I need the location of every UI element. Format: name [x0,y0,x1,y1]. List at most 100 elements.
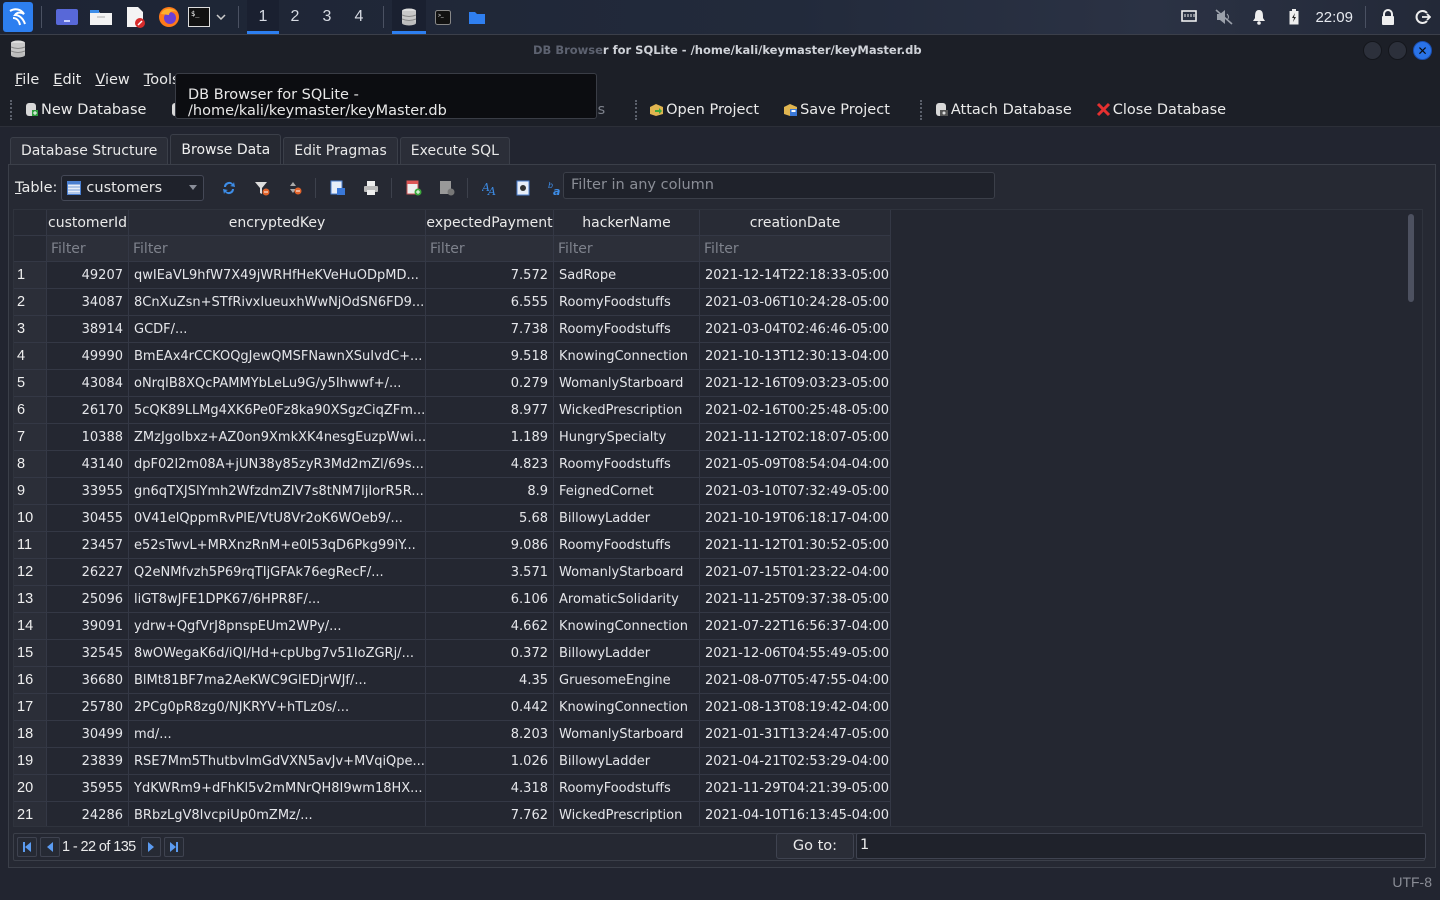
cell-expected-payment[interactable]: 7.738 [426,316,554,343]
open-project-button[interactable]: Open Project [645,95,765,125]
cell-hacker-name[interactable]: KnowingConnection [554,343,700,370]
cell-expected-payment[interactable]: 6.106 [426,586,554,613]
table-row[interactable]: 2 34087 8CnXuZsn+STfRivxIueuxhWwNjOdSN6FD9… [14,289,891,316]
file-manager-launcher[interactable] [84,0,118,34]
cell-hacker-name[interactable]: SadRope [554,262,700,289]
cell-creation-date[interactable]: 2021-11-12T02:18:07-05:00 [700,424,891,451]
menu-view[interactable]: View [88,72,136,88]
workspace-3[interactable]: 3 [311,0,343,34]
filter-any-column-input[interactable]: Filter in any column [563,172,995,199]
cell-hacker-name[interactable]: WomanlyStarboard [554,559,700,586]
cell-creation-date[interactable]: 2021-07-22T16:56:37-04:00 [700,613,891,640]
row-number[interactable]: 5 [14,370,47,397]
cell-creation-date[interactable]: 2021-08-13T08:19:42-04:00 [700,694,891,721]
toolbar-grip[interactable] [635,99,639,120]
column-filter-input[interactable]: Filter [47,236,129,262]
table-row[interactable]: 12 26227 Q2eNMfvzh5P69rqTIjGFAk76egRecF/..… [14,559,891,586]
cell-hacker-name[interactable]: AromaticSolidarity [554,586,700,613]
row-number[interactable]: 12 [14,559,47,586]
cell-customer-id[interactable]: 25096 [47,586,129,613]
battery-icon[interactable] [1276,9,1311,25]
cell-hacker-name[interactable]: RoomyFoodstuffs [554,775,700,802]
cell-hacker-name[interactable]: BillowyLadder [554,505,700,532]
last-page-button[interactable] [163,837,184,857]
launcher-dropdown[interactable] [212,0,230,34]
column-header[interactable]: expectedPayment [426,210,554,236]
first-page-button[interactable] [17,837,37,857]
table-row[interactable]: 5 43084 oNrqIB8XQcPAMMYbLeLu9G/y5Ihwwf+/..… [14,370,891,397]
row-number[interactable]: 16 [14,667,47,694]
lock-screen-icon[interactable] [1370,9,1405,25]
volume-muted-icon[interactable] [1206,9,1241,25]
cell-creation-date[interactable]: 2021-05-09T08:54:04-04:00 [700,451,891,478]
cell-expected-payment[interactable]: 0.279 [426,370,554,397]
cell-encrypted-key[interactable]: BRbzLgV8IvcpiUp0mZMz/... [129,802,426,826]
cell-customer-id[interactable]: 34087 [47,289,129,316]
clear-sorting-button[interactable] [284,177,306,199]
cell-creation-date[interactable]: 2021-02-16T00:25:48-05:00 [700,397,891,424]
row-number[interactable]: 3 [14,316,47,343]
cell-expected-payment[interactable]: 4.35 [426,667,554,694]
next-page-button[interactable] [140,837,161,857]
task-db-browser[interactable] [392,0,426,34]
table-row[interactable]: 17 25780 2PCg0pR8zg0/NJKRYV+hTLz0s/... 0.44… [14,694,891,721]
cell-hacker-name[interactable]: WickedPrescription [554,397,700,424]
table-row[interactable]: 7 10388 ZMzJgoIbxz+AZ0on9XmkXK4nesgEuzpWwi… [14,424,891,451]
clock[interactable]: 22:09 [1311,9,1361,26]
cell-encrypted-key[interactable]: md/... [129,721,426,748]
cell-hacker-name[interactable]: RoomyFoodstuffs [554,289,700,316]
cell-customer-id[interactable]: 32545 [47,640,129,667]
cell-creation-date[interactable]: 2021-11-29T04:21:39-05:00 [700,775,891,802]
table-row[interactable]: 18 30499 md/... 8.203 WomanlyStarboard 2021-0… [14,721,891,748]
column-header[interactable]: encryptedKey [129,210,426,236]
show-desktop-launcher[interactable] [50,0,84,34]
cell-encrypted-key[interactable]: ydrw+QgfVrJ8pnspEUm2WPy/... [129,613,426,640]
table-row[interactable]: 4 49990 BmEAx4rCCKOQgJewQMSFNawnXSuIvdC+..… [14,343,891,370]
cell-expected-payment[interactable]: 6.555 [426,289,554,316]
cell-customer-id[interactable]: 49207 [47,262,129,289]
row-number[interactable]: 21 [14,802,47,826]
new-database-button[interactable]: New Database [20,95,152,125]
terminal-launcher[interactable]: $_ [186,0,212,34]
cell-hacker-name[interactable]: WomanlyStarboard [554,370,700,397]
cell-hacker-name[interactable]: RoomyFoodstuffs [554,316,700,343]
row-number[interactable]: 19 [14,748,47,775]
cell-encrypted-key[interactable]: BmEAx4rCCKOQgJewQMSFNawnXSuIvdC+... [129,343,426,370]
save-project-button[interactable]: Save Project [779,95,896,125]
row-number[interactable]: 10 [14,505,47,532]
table-row[interactable]: 10 30455 0V41elQppmRvPlE/VtU8Vr2oK6WOeb9/.… [14,505,891,532]
menu-edit[interactable]: Edit [46,72,88,88]
cell-encrypted-key[interactable]: YdKWRm9+dFhKl5v2mMNrQH8I9wm18HX... [129,775,426,802]
cell-customer-id[interactable]: 30455 [47,505,129,532]
kali-menu-button[interactable] [3,2,33,32]
cell-customer-id[interactable]: 38914 [47,316,129,343]
find-button[interactable] [512,177,534,199]
font-settings-button[interactable]: AA [479,177,501,199]
cell-customer-id[interactable]: 36680 [47,667,129,694]
previous-page-button[interactable] [40,837,60,857]
cell-hacker-name[interactable]: BillowyLadder [554,640,700,667]
delete-record-button[interactable] [436,177,458,199]
cell-expected-payment[interactable]: 9.086 [426,532,554,559]
table-row[interactable]: 20 35955 YdKWRm9+dFhKl5v2mMNrQH8I9wm18HX..… [14,775,891,802]
cell-customer-id[interactable]: 10388 [47,424,129,451]
print-button[interactable] [360,177,382,199]
cell-expected-payment[interactable]: 4.662 [426,613,554,640]
close-database-button[interactable]: Close Database [1092,95,1232,125]
column-filter-input[interactable]: Filter [426,236,554,262]
cell-expected-payment[interactable]: 7.572 [426,262,554,289]
row-number[interactable]: 7 [14,424,47,451]
workspace-1[interactable]: 1 [247,0,279,34]
table-row[interactable]: 13 25096 liGT8wJFE1DPK67/6HPR8F/... 6.106 Ar… [14,586,891,613]
cell-creation-date[interactable]: 2021-04-21T02:53:29-04:00 [700,748,891,775]
tab-browse-data[interactable]: Browse Data [170,134,282,164]
cell-customer-id[interactable]: 33955 [47,478,129,505]
cell-creation-date[interactable]: 2021-11-25T09:37:38-05:00 [700,586,891,613]
firefox-launcher[interactable] [152,0,186,34]
cell-encrypted-key[interactable]: RSE7Mm5ThutbvImGdVXN5avJv+MVqiQpe... [129,748,426,775]
column-header[interactable]: creationDate [700,210,891,236]
cell-expected-payment[interactable]: 0.372 [426,640,554,667]
cell-hacker-name[interactable]: KnowingConnection [554,694,700,721]
network-icon[interactable] [1171,10,1206,24]
cell-hacker-name[interactable]: WickedPrescription [554,802,700,826]
